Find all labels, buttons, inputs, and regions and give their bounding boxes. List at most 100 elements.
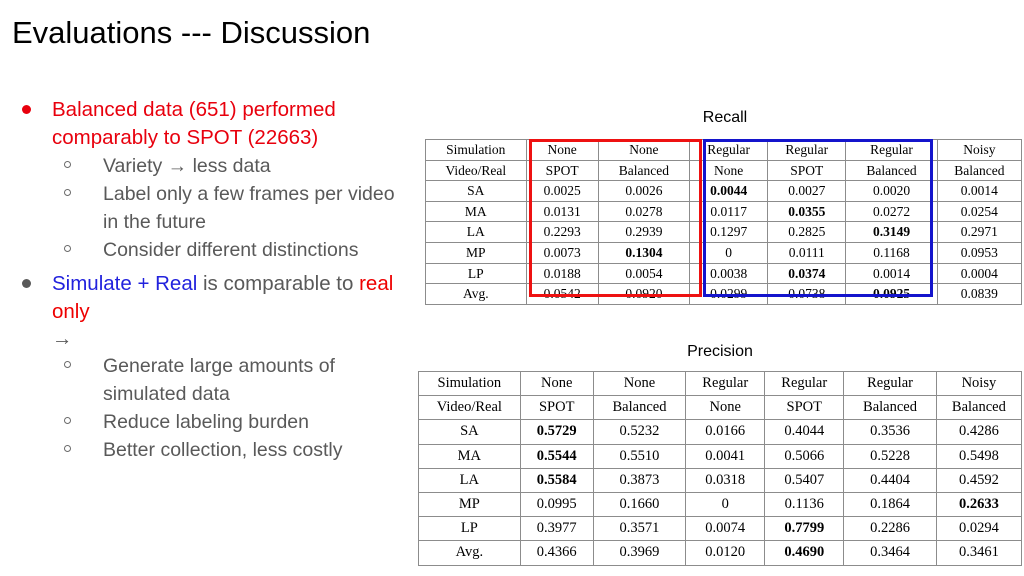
table-cell: 0.0041 xyxy=(685,443,766,469)
table-cell: 0.3536 xyxy=(843,419,937,445)
table-cell: 0.0920 xyxy=(597,283,691,305)
table-cell: 0.0120 xyxy=(685,540,766,566)
table-cell: 0.0925 xyxy=(845,283,938,305)
sub-bullet-item: Variety → less data xyxy=(0,152,412,180)
table-cell: 0.0278 xyxy=(597,200,691,223)
bullet-list: Balanced data (651) performed comparably… xyxy=(0,96,412,464)
table-cell: 0.0004 xyxy=(936,262,1023,285)
table-row-label: Avg. xyxy=(418,540,521,566)
table-row: LA 0.5584 0.3873 0.0318 0.5407 0.4404 0.4592 xyxy=(418,467,1023,494)
table-header-cell: Noisy xyxy=(935,370,1023,397)
table-header-cell: Simulation xyxy=(425,139,527,161)
bullet-segment-gray: is comparable to xyxy=(197,272,360,295)
table-cell: 0.2633 xyxy=(935,492,1023,518)
table-header-cell: None xyxy=(689,159,769,182)
table-cell: 0.3977 xyxy=(519,516,594,542)
table-cell: 0.0027 xyxy=(767,180,847,202)
table-cell: 0.3461 xyxy=(935,540,1023,566)
table-row: MA 0.5544 0.5510 0.0041 0.5066 0.5228 0.5498 xyxy=(418,443,1023,469)
table-cell: 0.0318 xyxy=(685,467,766,494)
table-row-label: SA xyxy=(418,419,521,445)
bullet-segment-blue: Simulate + Real xyxy=(52,272,198,295)
table-row-label: MA xyxy=(418,443,521,469)
table-cell: 0.0355 xyxy=(767,200,847,223)
table-row: SA 0.0025 0.0026 0.0044 0.0027 0.0020 0.0014 xyxy=(425,180,1023,202)
table-row-label: LA xyxy=(425,221,527,243)
table-header-cell: SPOT xyxy=(519,395,594,421)
table-header-cell: None xyxy=(685,395,766,421)
table-cell: 0.7799 xyxy=(764,516,845,542)
table-cell: 0.5407 xyxy=(764,467,845,494)
table-row: MP 0.0995 0.1660 0 0.1136 0.1864 0.2633 xyxy=(418,492,1023,518)
table-cell: 0.0074 xyxy=(685,516,766,542)
table-cell: 0.5228 xyxy=(843,443,937,469)
table-row: Avg. 0.0542 0.0920 0.0299 0.0738 0.0925 0.0839 xyxy=(425,283,1023,305)
sub-bullet-item: Consider different distinctions xyxy=(0,236,412,264)
table-cell: 0.0020 xyxy=(845,180,938,202)
table-cell: 0.0953 xyxy=(936,241,1023,264)
table-cell: 0.0294 xyxy=(935,516,1023,542)
table-cell: 0.5510 xyxy=(592,443,687,469)
bullet-disc-icon xyxy=(22,105,31,114)
table-cell: 0.0299 xyxy=(689,283,769,305)
table-header-cell: Balanced xyxy=(935,395,1023,421)
table-header-cell: None xyxy=(597,139,691,161)
table-cell: 0.5232 xyxy=(592,419,687,445)
table-cell: 0.0014 xyxy=(936,180,1023,202)
table-header-row: Video/Real SPOT Balanced None SPOT Balanced Ba… xyxy=(418,395,1023,421)
table-cell: 0.0995 xyxy=(519,492,594,518)
table-cell: 0.0374 xyxy=(767,262,847,285)
table-cell: 0.0254 xyxy=(936,200,1023,223)
table-cell: 0.0073 xyxy=(525,241,599,264)
table-cell: 0.0117 xyxy=(689,200,769,223)
table-row-label: LA xyxy=(418,467,521,494)
table-header-row: Simulation None None Regular Regular Regular N… xyxy=(425,139,1023,161)
table-cell: 0.0188 xyxy=(525,262,599,285)
table-cell: 0.2939 xyxy=(597,221,691,243)
table-row: Avg. 0.4366 0.3969 0.0120 0.4690 0.3464 0.3461 xyxy=(418,540,1023,566)
table-cell: 0.0542 xyxy=(525,283,599,305)
table-cell: 0.5584 xyxy=(519,467,594,494)
table-header-cell: Regular xyxy=(767,139,847,161)
table-cell: 0.5066 xyxy=(764,443,845,469)
table-cell: 0.5498 xyxy=(935,443,1023,469)
table-cell: 0.0025 xyxy=(525,180,599,202)
table-cell: 0 xyxy=(685,492,766,518)
sub-bullet-circle-icon xyxy=(64,245,71,252)
table-header-cell: SPOT xyxy=(764,395,845,421)
table-cell: 0.2286 xyxy=(843,516,937,542)
precision-table-caption: Precision xyxy=(687,343,753,360)
table-row: LA 0.2293 0.2939 0.1297 0.2825 0.3149 0.2971 xyxy=(425,221,1023,243)
sub-bullet-circle-icon xyxy=(64,417,71,424)
table-cell: 0.0054 xyxy=(597,262,691,285)
table-header-cell: SPOT xyxy=(525,159,599,182)
sub-bullet-text: Better collection, less costly xyxy=(103,439,343,461)
bullet-text: Simulate + Real is comparable to real on… xyxy=(52,270,412,326)
table-row: LP 0.3977 0.3571 0.0074 0.7799 0.2286 0.0294 xyxy=(418,516,1023,542)
sub-bullet-text: Variety → less data xyxy=(103,155,271,177)
table-cell: 0.0272 xyxy=(845,200,938,223)
table-header-cell: Regular xyxy=(843,370,937,397)
table-cell: 0.0738 xyxy=(767,283,847,305)
table-cell: 0 xyxy=(689,241,769,264)
table-header-cell: None xyxy=(519,370,594,397)
table-cell: 0.0166 xyxy=(685,419,766,445)
bullet-group-2: Simulate + Real is comparable to real on… xyxy=(0,270,412,464)
precision-table: Simulation None None Regular Regular Regular N… xyxy=(418,370,1023,566)
table-cell: 0.4286 xyxy=(935,419,1023,445)
sub-bullet-item: Better collection, less costly xyxy=(0,436,412,464)
sub-bullet-circle-icon xyxy=(64,361,71,368)
table-row-label: LP xyxy=(418,516,521,542)
table-cell: 0.0014 xyxy=(845,262,938,285)
sub-bullet-circle-icon xyxy=(64,189,71,196)
sub-bullet-text: Label only a few frames per video in the… xyxy=(103,183,395,233)
table-cell: 0.1297 xyxy=(689,221,769,243)
table-cell: 0.2971 xyxy=(936,221,1023,243)
table-row-label: MP xyxy=(425,241,527,264)
table-cell: 0.5544 xyxy=(519,443,594,469)
recall-table-body: Simulation None None Regular Regular Regular N… xyxy=(425,139,1023,305)
table-header-cell: Noisy xyxy=(936,139,1023,161)
table-cell: 0.0026 xyxy=(597,180,691,202)
table-header-cell: Regular xyxy=(764,370,845,397)
table-cell: 0.3873 xyxy=(592,467,687,494)
